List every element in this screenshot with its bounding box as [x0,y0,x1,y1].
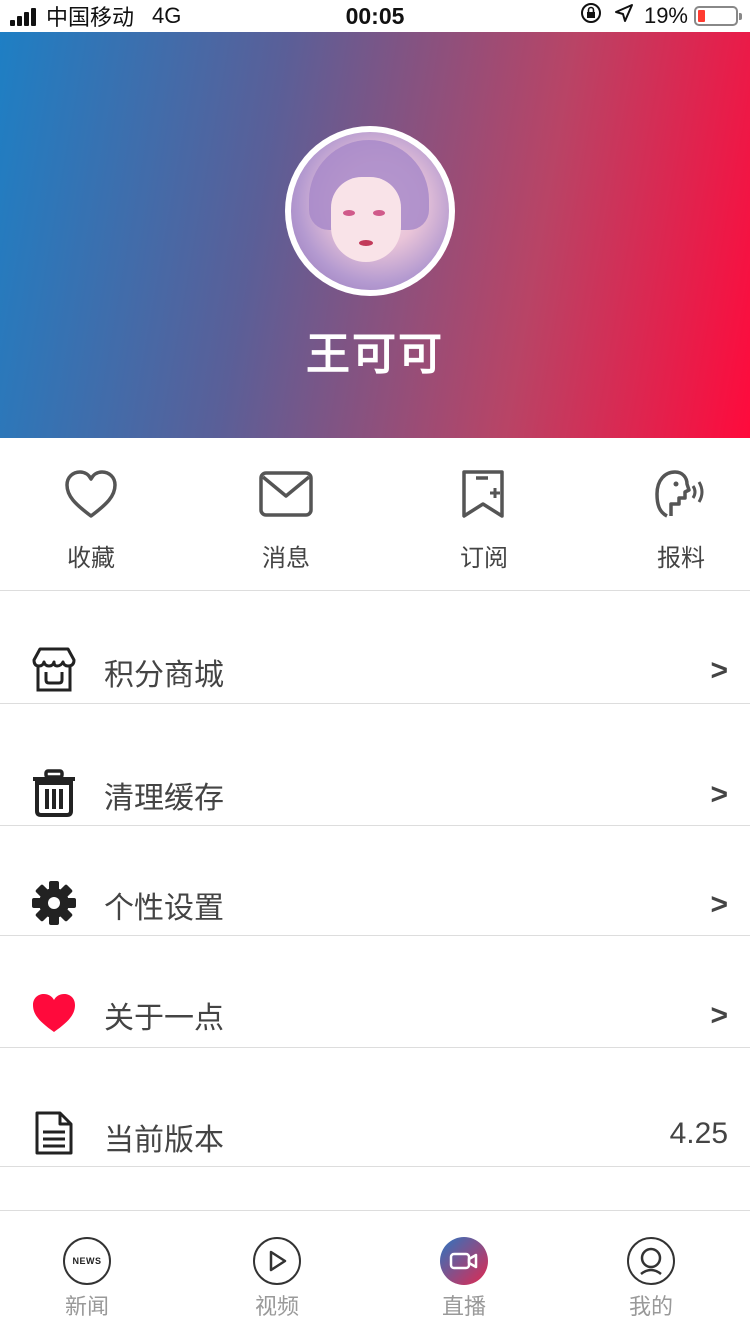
menu-item-label: 关于一点 [104,1001,224,1036]
chevron-right-icon: > [710,778,728,811]
menu-item-label: 个性设置 [104,891,224,926]
status-right: 19% [580,2,742,30]
trash-icon [30,769,78,817]
quick-action-messages[interactable]: 消息 [231,468,341,573]
news-icon: NEWS [63,1237,111,1285]
quick-actions: 收藏 消息 订阅 报料 [0,438,750,591]
tab-news[interactable]: NEWS 新闻 [37,1237,137,1321]
avatar-image [291,132,449,290]
quick-action-report[interactable]: 报料 [626,468,736,573]
chevron-right-icon: > [710,888,728,921]
menu-item-about[interactable]: 关于一点 > [0,935,750,1048]
quick-action-label: 收藏 [67,544,115,572]
document-icon [30,1109,78,1157]
version-number: 4.25 [669,1117,728,1150]
orientation-lock-icon [580,2,602,30]
shop-icon [30,646,78,694]
tab-label: 新闻 [64,1295,109,1320]
video-camera-icon [440,1237,488,1285]
quick-action-favorites[interactable]: 收藏 [36,468,146,573]
menu-item-points-mall[interactable]: 积分商城 > [0,590,750,704]
quick-action-label: 消息 [262,544,310,572]
chevron-right-icon: > [710,999,728,1032]
gear-icon [30,879,78,927]
quick-action-subscribe[interactable]: 订阅 [429,468,539,573]
tab-label: 我的 [628,1295,673,1320]
battery-icon [694,6,742,26]
battery-percent: 19% [643,3,688,28]
chevron-right-icon: > [710,654,728,687]
tab-label: 直播 [441,1295,486,1320]
avatar[interactable] [285,126,455,296]
location-arrow-icon [614,3,634,29]
menu-item-label: 积分商城 [104,658,224,693]
envelope-icon [231,468,341,520]
heart-outline-icon [36,468,146,520]
profile-username: 王可可 [306,329,444,380]
menu-item-current-version: 当前版本 4.25 [0,1047,750,1167]
menu-item-clear-cache[interactable]: 清理缓存 > [0,703,750,826]
bookmark-plus-icon [429,468,539,520]
tab-live[interactable]: 直播 [414,1237,514,1321]
heart-filled-icon [30,989,78,1037]
quick-action-label: 订阅 [460,544,508,572]
user-icon [627,1237,675,1285]
play-icon [253,1237,301,1285]
menu-item-label: 清理缓存 [104,781,224,816]
menu-item-personal-settings[interactable]: 个性设置 > [0,825,750,936]
menu-item-label: 当前版本 [104,1123,224,1158]
tab-mine[interactable]: 我的 [601,1237,701,1321]
tab-label: 视频 [254,1295,299,1320]
speaking-head-icon [626,468,736,520]
news-icon-text: NEWS [72,1256,102,1266]
status-bar: 中国移动 4G 00:05 19% [0,0,750,32]
quick-action-label: 报料 [657,544,705,572]
bottom-tab-bar: NEWS 新闻 视频 直播 我的 [0,1210,750,1335]
profile-header: 王可可 [0,32,750,438]
tab-video[interactable]: 视频 [227,1237,327,1321]
